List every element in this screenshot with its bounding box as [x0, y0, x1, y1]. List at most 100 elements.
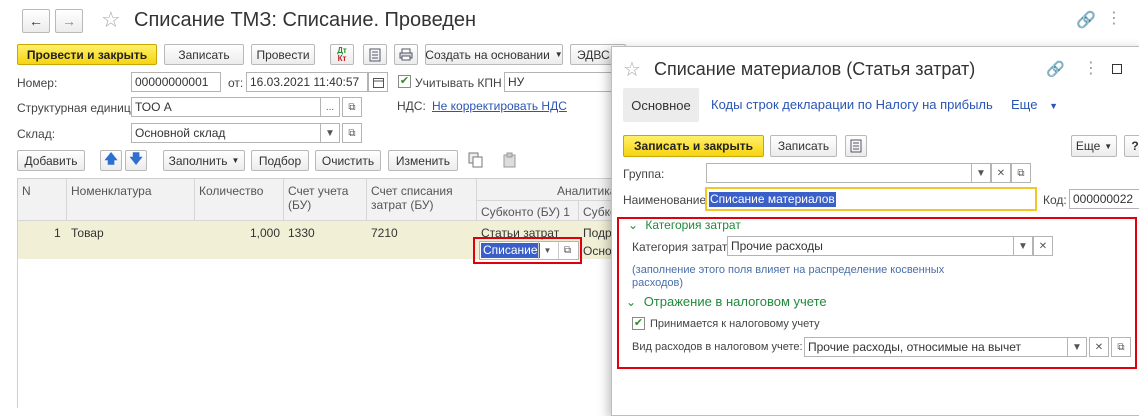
warehouse-open-button[interactable]: ⧉	[342, 123, 362, 143]
dt-kt-icon-bottom: Кт	[337, 53, 347, 63]
dialog-link-icon[interactable]: 🔗	[1046, 60, 1065, 78]
th-n: N	[22, 184, 31, 198]
dialog-more-icon[interactable]: ⋮	[1083, 58, 1099, 78]
expense-type-label: Вид расходов в налоговом учете:	[632, 341, 803, 353]
tab-more[interactable]: Еще ▼	[1011, 97, 1058, 112]
dialog-more-dropdown-icon: ▼	[1104, 141, 1113, 151]
category-note-line2: расходов)	[632, 277, 684, 289]
forward-button[interactable]: →	[55, 9, 83, 33]
unit-input[interactable]: ТОО А	[131, 97, 321, 117]
name-input-value[interactable]: Списание материалов	[709, 192, 836, 207]
category-label: Категория затрат:	[632, 240, 731, 254]
number-input[interactable]: 00000000001	[131, 72, 221, 92]
group-open-button[interactable]: ⧉	[1011, 163, 1031, 183]
highlight-box-cell	[473, 237, 582, 264]
category-input[interactable]: Прочие расходы	[727, 236, 1014, 256]
main-more-icon[interactable]: ⋮	[1106, 8, 1122, 28]
create-based-on-button[interactable]: Создать на основании ▼	[425, 44, 563, 65]
post-and-close-button[interactable]: Провести и закрыть	[17, 44, 157, 65]
warehouse-input[interactable]: Основной склад	[131, 123, 321, 143]
tax-section-toggle[interactable]: ⌄ Отражение в налоговом учете	[626, 294, 827, 309]
unit-open-button[interactable]: ⧉	[342, 97, 362, 117]
cell-quantity: 1,000	[250, 226, 281, 240]
tab-more-label: Еще	[1011, 97, 1038, 112]
fill-button[interactable]: Заполнить ▼	[163, 150, 245, 171]
arrow-down-icon: 🡇	[129, 150, 143, 166]
save-button[interactable]: Записать	[164, 44, 244, 65]
help-button[interactable]: ?	[1124, 135, 1139, 157]
analytics-sub-divider	[477, 200, 617, 201]
create-based-on-label: Создать на основании	[425, 47, 550, 62]
cell-nomenclature: Товар	[71, 226, 104, 240]
document-list-icon	[369, 48, 381, 61]
print-icon-button[interactable]	[394, 44, 418, 65]
list-icon	[850, 139, 862, 153]
category-section-toggle[interactable]: ⌄ Категория затрат	[628, 218, 741, 232]
kpn-checkbox[interactable]: ✔	[398, 75, 411, 88]
calendar-button[interactable]	[368, 72, 388, 92]
back-button[interactable]: ←	[22, 9, 50, 33]
name-label: Наименование:	[623, 193, 710, 207]
vat-link[interactable]: Не корректировать НДС	[432, 99, 567, 113]
cell-cost-account: 7210	[371, 226, 398, 240]
warehouse-dropdown-button[interactable]: ▼	[320, 123, 340, 143]
tab-main[interactable]: Основное	[623, 88, 699, 122]
unit-label: Структурная единица:	[17, 101, 141, 115]
link-icon[interactable]: 🔗	[1076, 10, 1096, 30]
date-input[interactable]: 16.03.2021 11:40:57	[246, 72, 368, 92]
add-row-button[interactable]: Добавить	[17, 150, 85, 171]
arrow-up-icon: 🡅	[104, 150, 118, 166]
vat-label: НДС:	[397, 99, 426, 113]
code-input[interactable]: 000000022	[1069, 189, 1139, 209]
expense-type-dropdown-button[interactable]: ▼	[1067, 337, 1087, 357]
group-input[interactable]	[706, 163, 972, 183]
th-cost-account: Счет списания затрат (БУ)	[371, 184, 453, 212]
paste-icon-button[interactable]	[502, 152, 518, 171]
calendar-icon	[372, 77, 384, 88]
expense-type-input[interactable]: Прочие расходы, относимые на вычет	[804, 337, 1068, 357]
dialog-more-button[interactable]: Еще ▼	[1071, 135, 1117, 157]
post-button[interactable]: Провести	[251, 44, 315, 65]
save-and-close-button[interactable]: Записать и закрыть	[623, 135, 764, 157]
tax-accepted-checkbox[interactable]: ✔	[632, 317, 645, 330]
change-button[interactable]: Изменить	[388, 150, 458, 171]
group-clear-button[interactable]: ✕	[991, 163, 1011, 183]
category-section-title: Категория затрат	[645, 218, 741, 232]
category-dropdown-button[interactable]: ▼	[1013, 236, 1033, 256]
expense-type-clear-button[interactable]: ✕	[1089, 337, 1109, 357]
move-down-button[interactable]: 🡇	[125, 150, 147, 171]
tab-more-dropdown-icon: ▼	[1049, 101, 1058, 111]
move-up-button[interactable]: 🡅	[100, 150, 122, 171]
copy-icon-button[interactable]	[468, 152, 484, 171]
expense-type-open-button[interactable]: ⧉	[1111, 337, 1131, 357]
unit-choose-button[interactable]: ...	[320, 97, 340, 117]
from-label: от:	[228, 76, 244, 90]
dialog-title: Списание материалов (Статья затрат)	[654, 59, 976, 79]
dt-kt-button[interactable]: Дт Кт	[330, 44, 354, 65]
dialog-more-label: Еще	[1075, 139, 1101, 153]
cell-n: 1	[54, 226, 61, 240]
tax-section-title: Отражение в налоговом учете	[643, 294, 827, 309]
kpn-label: Учитывать КПН	[415, 76, 502, 90]
report-icon-button[interactable]	[363, 44, 387, 65]
cell-subconto2-b: Осно	[583, 244, 612, 258]
dialog-save-button[interactable]: Записать	[770, 135, 837, 157]
clear-button[interactable]: Очистить	[315, 150, 381, 171]
kpn-select[interactable]: НУ	[504, 72, 616, 92]
dialog-star-icon[interactable]: ☆	[623, 57, 641, 82]
warehouse-label: Склад:	[17, 127, 56, 141]
group-label: Группа:	[623, 167, 665, 181]
tax-accepted-label: Принимается к налоговому учету	[650, 318, 820, 330]
favorite-star-icon[interactable]: ☆	[101, 7, 121, 33]
group-dropdown-button[interactable]: ▼	[971, 163, 991, 183]
tab-codes[interactable]: Коды строк декларации по Налогу на прибы…	[711, 97, 993, 112]
paste-icon	[503, 152, 516, 168]
th-analytics: Аналитика	[557, 184, 617, 198]
dialog-maximize-icon[interactable]	[1112, 64, 1122, 74]
fill-label: Заполнить	[168, 153, 228, 168]
dialog-list-button[interactable]	[845, 135, 867, 157]
number-label: Номер:	[17, 76, 58, 90]
main-title: Списание ТМЗ: Списание. Проведен	[134, 9, 477, 31]
category-clear-button[interactable]: ✕	[1033, 236, 1053, 256]
pick-button[interactable]: Подбор	[251, 150, 309, 171]
